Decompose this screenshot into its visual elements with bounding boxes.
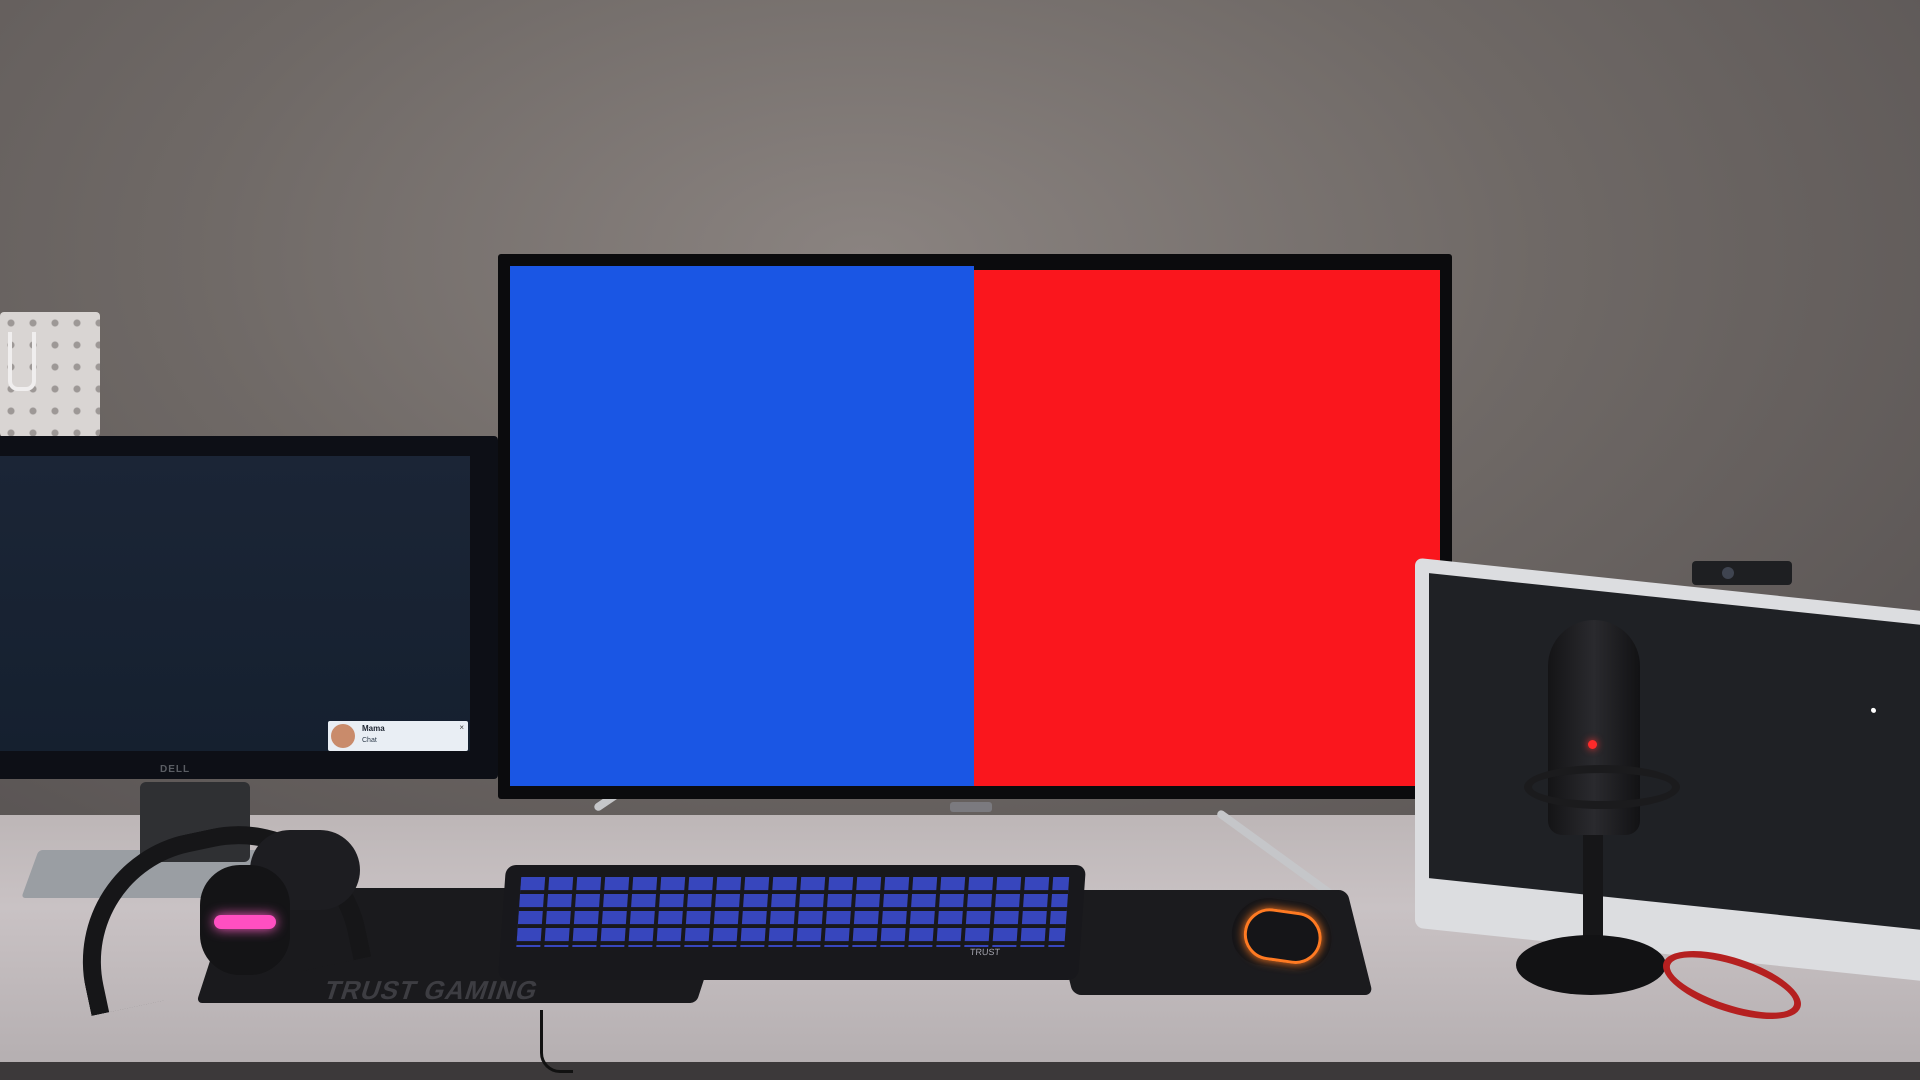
notification-sender: Mama [362,724,385,733]
microphone-led-icon [1588,740,1597,749]
keyboard[interactable]: TRUST [497,865,1087,980]
pegboard-hook [8,332,36,391]
webcam [1692,561,1792,585]
keyboard-keys[interactable] [516,877,1070,947]
screen-blue-half[interactable] [510,266,974,786]
microphone-base [1516,935,1666,995]
screen-red-half[interactable] [974,270,1440,786]
close-icon[interactable]: × [459,723,464,732]
left-monitor: Mama Chat × DELL [0,436,498,779]
camera-lens-icon [1722,567,1734,579]
pegboard [0,312,100,437]
main-monitor [498,254,1452,812]
headphones-rgb-light [214,915,276,929]
notification-message: Chat [362,737,377,744]
avatar [331,724,355,748]
keyboard-brand: TRUST [969,947,1001,957]
cable [540,1010,573,1073]
microphone-stem [1583,835,1603,945]
main-monitor-logo [950,802,992,812]
microphone-mount-ring [1524,765,1680,809]
cursor-icon [1871,707,1876,714]
right-monitor [1415,557,1920,983]
monitor-brand-logo: DELL [160,764,191,775]
desk-edge [0,1062,1920,1080]
notification-toast[interactable]: Mama Chat × [328,721,468,751]
mouse-rgb-light [1240,904,1325,968]
left-monitor-screen[interactable]: Mama Chat × [0,456,470,751]
right-monitor-screen[interactable] [1429,573,1920,931]
desk-scene: Mama Chat × DELL TRUST GAMING TRUST [0,0,1920,1080]
